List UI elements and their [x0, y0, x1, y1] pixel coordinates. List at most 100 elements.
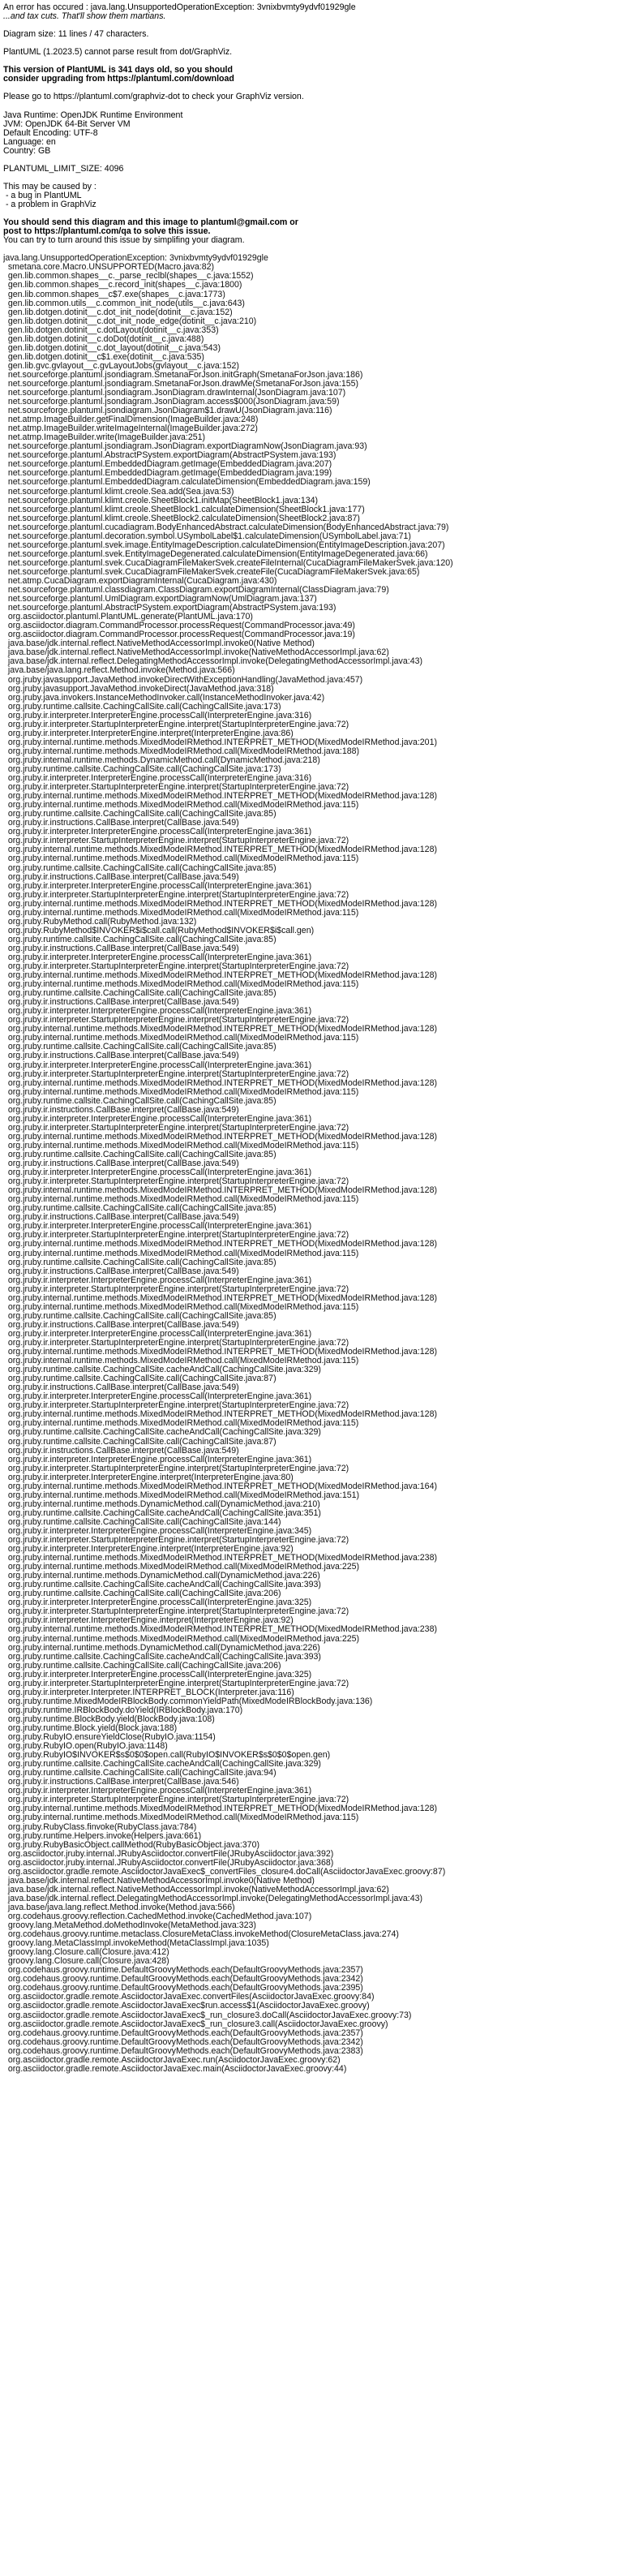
stack-trace-frame: net.sourceforge.plantuml.EmbeddedDiagram… [3, 460, 332, 470]
stack-trace-frame: org.jruby.ir.interpreter.StartupInterpre… [3, 783, 349, 793]
stack-trace-frame: org.jruby.internal.runtime.methods.Mixed… [3, 738, 437, 747]
stack-trace-frame: gen.lib.dotgen.dotinit__c.dot_init_node(… [3, 307, 233, 317]
stack-trace-frame: org.asciidoctor.gradle.remote.Asciidocto… [3, 2002, 370, 2011]
stack-trace-frame: org.jruby.ir.interpreter.InterpreterEngi… [3, 1007, 312, 1017]
stack-trace-frame: org.jruby.java.invokers.InstanceMethodIn… [3, 693, 325, 703]
limit-size: PLANTUML_LIMIT_SIZE: 4096 [3, 164, 124, 174]
stack-trace-frame: java.base/jdk.internal.reflect.Delegatin… [3, 1894, 422, 1903]
stack-trace-frame: org.jruby.runtime.callsite.CachingCallSi… [3, 1437, 276, 1447]
stack-trace-frame: net.sourceforge.plantuml.jsondiagram.Jso… [3, 442, 367, 452]
stack-trace-frame: java.base/jdk.internal.reflect.NativeMet… [3, 648, 389, 658]
stack-trace-frame: net.sourceforge.plantuml.jsondiagram.Jso… [3, 398, 340, 407]
stack-trace-frame: org.jruby.runtime.callsite.CachingCallSi… [3, 1204, 276, 1214]
env-java-runtime: Java Runtime: OpenJDK Runtime Environmen… [3, 110, 183, 120]
stack-trace-frame: org.jruby.runtime.callsite.CachingCallSi… [3, 764, 281, 774]
stack-trace-frame: org.jruby.runtime.callsite.CachingCallSi… [3, 1769, 276, 1778]
stack-trace-frame: groovy.lang.MetaMethod.doMethodInvoke(Me… [3, 1921, 256, 1931]
stack-trace-frame: gen.lib.common.shapes__c._parse_reclbl(s… [3, 272, 254, 282]
stack-trace-frame: org.jruby.ir.instructions.CallBase.inter… [3, 819, 239, 828]
stack-trace-frame: net.atmp.ImageBuilder.writeImageInternal… [3, 424, 258, 434]
contact-line-2: post to https://plantuml.com/qa to solve… [3, 227, 211, 237]
stack-trace-frame: java.base/jdk.internal.reflect.Delegatin… [3, 657, 422, 667]
stack-trace-frame: org.jruby.ir.instructions.CallBase.inter… [3, 1320, 239, 1330]
stack-trace-frame: org.jruby.runtime.callsite.CachingCallSi… [3, 1517, 281, 1527]
stack-trace-frame: org.jruby.internal.runtime.methods.Mixed… [3, 845, 437, 855]
stack-trace-frame: org.jruby.ir.instructions.CallBase.inter… [3, 944, 239, 953]
stack-trace-frame: net.atmp.ImageBuilder.getFinalDimension(… [3, 415, 259, 425]
stack-trace-frame: org.jruby.ir.interpreter.InterpreterEngi… [3, 1616, 294, 1626]
stack-trace-frame: org.jruby.internal.runtime.methods.Mixed… [3, 1634, 360, 1644]
env-language: Language: en [3, 137, 56, 147]
stack-trace-frame: org.jruby.ir.interpreter.InterpreterEngi… [3, 1598, 312, 1608]
stack-trace-frame: gen.lib.common.shapes__c$7.exe(shapes__c… [3, 290, 225, 299]
graphviz-check-note: Please go to https://plantuml.com/graphv… [3, 92, 304, 102]
stack-trace-frame: org.jruby.runtime.callsite.CachingCallSi… [3, 1311, 276, 1321]
stack-trace-frame: org.jruby.internal.runtime.methods.Mixed… [3, 1293, 437, 1303]
stack-trace-frame: org.jruby.ir.interpreter.InterpreterEngi… [3, 1392, 312, 1402]
stack-trace-frame: org.jruby.runtime.IRBlockBody.doYield(IR… [3, 1705, 243, 1715]
stack-trace-frame: org.jruby.internal.runtime.methods.Mixed… [3, 1186, 437, 1196]
stack-trace-frame: net.atmp.ImageBuilder.write(ImageBuilder… [3, 433, 206, 443]
stack-trace-frame: org.jruby.RubyIO.open(RubyIO.java:1148) [3, 1742, 168, 1752]
stack-trace-frame: org.jruby.RubyMethod$INVOKER$i$call.call… [3, 926, 315, 935]
stack-trace-frame: gen.lib.gvc.gvlayout__c.gvLayoutJobs(gvl… [3, 361, 239, 371]
stack-trace-frame: org.jruby.ir.instructions.CallBase.inter… [3, 1446, 239, 1456]
stack-trace-frame: org.jruby.runtime.callsite.CachingCallSi… [3, 1652, 321, 1662]
stack-trace-frame: org.jruby.ir.interpreter.InterpreterEngi… [3, 1787, 312, 1796]
stack-trace-frame: org.jruby.ir.interpreter.InterpreterEngi… [3, 953, 312, 962]
stack-trace-frame: org.jruby.internal.runtime.methods.Mixed… [3, 1490, 360, 1500]
stack-trace-frame: org.jruby.ir.interpreter.StartupInterpre… [3, 1795, 349, 1805]
stack-trace-frame: org.jruby.ir.interpreter.StartupInterpre… [3, 1016, 349, 1026]
stack-trace-frame: org.jruby.internal.runtime.methods.Mixed… [3, 1195, 359, 1205]
stack-trace-frame: org.asciidoctor.gradle.remote.Asciidocto… [3, 2010, 412, 2020]
error-page: An error has occured : java.lang.Unsuppo… [0, 0, 643, 2576]
stack-trace-frame: org.codehaus.groovy.runtime.DefaultGroov… [3, 2028, 363, 2038]
stack-trace-frame: org.jruby.ir.interpreter.InterpreterEngi… [3, 774, 312, 784]
stack-trace-frame: org.jruby.runtime.callsite.CachingCallSi… [3, 1096, 276, 1106]
stack-trace-frame: org.jruby.internal.runtime.methods.Mixed… [3, 746, 360, 756]
stack-trace-frame: org.asciidoctor.gradle.remote.Asciidocto… [3, 2055, 341, 2065]
stack-trace-frame: net.sourceforge.plantuml.UmlDiagram.expo… [3, 595, 317, 604]
stack-trace-frame: groovy.lang.Closure.call(Closure.java:42… [3, 1957, 169, 1967]
stack-trace-frame: org.jruby.internal.runtime.methods.Mixed… [3, 1025, 437, 1034]
stack-trace-frame: org.jruby.internal.runtime.methods.Mixed… [3, 1348, 437, 1357]
stack-trace-frame: org.jruby.ir.instructions.CallBase.inter… [3, 1051, 239, 1061]
stack-trace-frame: org.asciidoctor.jruby.internal.JRubyAsci… [3, 1858, 334, 1868]
stack-trace-frame: org.jruby.ir.interpreter.StartupInterpre… [3, 1123, 349, 1133]
version-warning-line-2: consider upgrading from https://plantuml… [3, 75, 234, 84]
stack-trace-frame: org.jruby.ir.interpreter.InterpreterEngi… [3, 1670, 312, 1679]
stack-trace-frame: org.jruby.internal.runtime.methods.Mixed… [3, 792, 437, 802]
stack-trace-frame: net.sourceforge.plantuml.cucadiagram.Bod… [3, 523, 449, 532]
stack-trace-frame: org.jruby.internal.runtime.methods.Dynam… [3, 1499, 320, 1509]
stack-trace-frame: org.jruby.runtime.BlockBody.yield(BlockB… [3, 1714, 215, 1724]
stack-trace-frame: org.jruby.ir.instructions.CallBase.inter… [3, 1778, 239, 1787]
stack-trace-frame: org.jruby.internal.runtime.methods.Mixed… [3, 1078, 437, 1088]
stack-trace-frame: org.jruby.ir.interpreter.InterpreterEngi… [3, 729, 294, 738]
stack-trace-frame: gen.lib.dotgen.dotinit__c.dot_init_node_… [3, 316, 257, 326]
stack-trace-frame: org.asciidoctor.diagram.CommandProcessor… [3, 630, 355, 640]
stack-trace-frame: org.jruby.runtime.Helpers.invoke(Helpers… [3, 1831, 202, 1841]
graphviz-parse-note: PlantUML (1.2023.5) cannot parse result … [3, 48, 233, 58]
stack-trace-frame: org.asciidoctor.jruby.internal.JRubyAsci… [3, 1849, 334, 1859]
stack-trace-frame: org.jruby.ir.interpreter.StartupInterpre… [3, 1177, 349, 1187]
stack-trace-frame: org.jruby.internal.runtime.methods.Mixed… [3, 1813, 359, 1823]
stack-trace-frame: org.jruby.internal.runtime.methods.Dynam… [3, 1643, 320, 1653]
stack-trace-frame: org.asciidoctor.gradle.remote.Asciidocto… [3, 1993, 375, 2002]
stack-trace-frame: org.jruby.ir.interpreter.InterpreterEngi… [3, 1222, 312, 1232]
stack-trace-frame: org.jruby.ir.interpreter.StartupInterpre… [3, 1284, 349, 1294]
stack-trace-frame: org.asciidoctor.plantuml.PlantUML.genera… [3, 613, 253, 622]
stack-trace-frame: org.jruby.runtime.callsite.CachingCallSi… [3, 1580, 321, 1590]
stack-trace-frame: org.jruby.internal.runtime.methods.Mixed… [3, 1132, 437, 1142]
stack-trace-frame: org.asciidoctor.diagram.CommandProcessor… [3, 621, 355, 631]
stack-trace-frame: java.base/jdk.internal.reflect.NativeMet… [3, 1885, 389, 1894]
stack-trace-frame: net.sourceforge.plantuml.AbstractPSystem… [3, 451, 337, 461]
stack-trace-frame: org.jruby.ir.instructions.CallBase.inter… [3, 998, 239, 1008]
stack-trace-frame: org.jruby.internal.runtime.methods.Mixed… [3, 854, 359, 864]
stack-trace-frame: org.jruby.runtime.callsite.CachingCallSi… [3, 1760, 321, 1770]
stack-trace-frame: org.jruby.ir.interpreter.InterpreterEngi… [3, 828, 312, 837]
stack-trace-frame: groovy.lang.MetaClassImpl.invokeMethod(M… [3, 1939, 269, 1949]
